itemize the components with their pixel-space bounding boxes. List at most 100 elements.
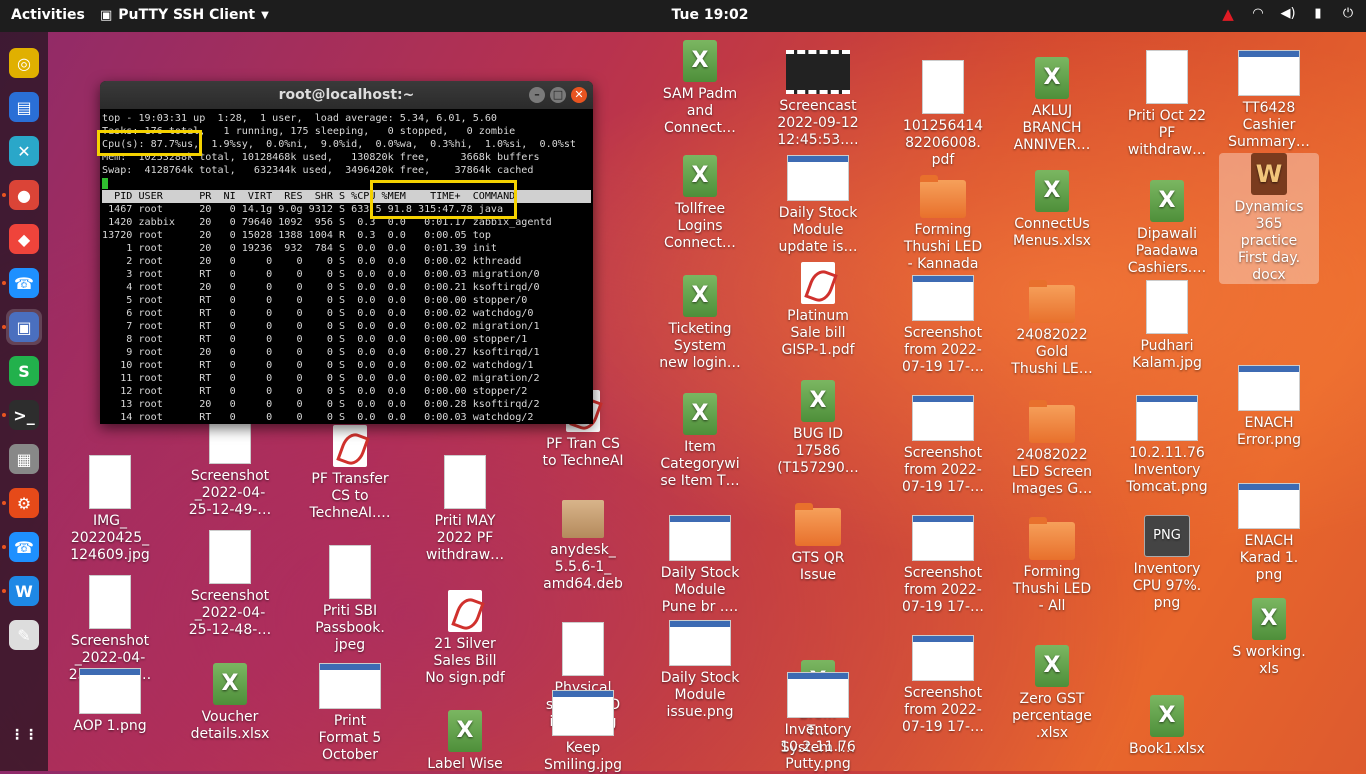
maximize-button[interactable]: □ bbox=[550, 87, 566, 103]
desktop-file-icon[interactable]: PF Transfer CS to TechneAI.… bbox=[300, 425, 400, 522]
desktop-file-icon[interactable]: 24082022 LED Screen Images G… bbox=[1002, 400, 1102, 498]
desktop-file-icon[interactable]: Pudhari Kalam.jpg bbox=[1117, 280, 1217, 372]
desktop-file-label: Dynamics 365 practice First day. docx bbox=[1234, 199, 1304, 283]
desktop-file-icon[interactable]: 101256414 82206008. pdf bbox=[893, 60, 993, 169]
desktop-file-icon[interactable]: 10.2.11.76 Inventory Tomcat.png bbox=[1117, 395, 1217, 496]
warning-icon[interactable]: ▲ bbox=[1220, 6, 1236, 22]
desktop-file-icon[interactable]: 21 Silver Sales Bill No sign.pdf bbox=[415, 590, 515, 687]
desktop-file-label: IMG_ 20220425_ 124609.jpg bbox=[70, 513, 150, 563]
desktop-file-icon[interactable]: Inventory 10.2.11.76 Putty.png bbox=[768, 672, 868, 773]
process-row: 4 root 20 0 0 0 0 S 0.0 0.0 0:00.21 ksof… bbox=[102, 282, 540, 293]
dock-putty[interactable]: ▣ bbox=[6, 309, 42, 345]
dock-calculator[interactable]: ▦ bbox=[6, 441, 42, 477]
desktop-file-icon[interactable]: X BUG ID 17586 (T157290… bbox=[768, 380, 868, 477]
desktop-file-icon[interactable]: Screenshot from 2022- 07-19 17-… bbox=[893, 635, 993, 736]
dock-w-app[interactable]: W bbox=[6, 573, 42, 609]
clock[interactable]: Tue 19:02 bbox=[660, 7, 760, 23]
desktop-file-icon[interactable]: PNG Inventory CPU 97%. png bbox=[1117, 515, 1217, 612]
dock-settings[interactable]: ⚙ bbox=[6, 485, 42, 521]
desktop-file-icon[interactable]: Screencast 2022-09-12 12:45:53.… bbox=[768, 50, 868, 149]
dock-pen-tool[interactable]: ✎ bbox=[6, 617, 42, 653]
desktop-file-label: AOP 1.png bbox=[73, 718, 147, 734]
app-menu[interactable]: ▣ PuTTY SSH Client ▼ bbox=[100, 7, 269, 23]
desktop-file-icon[interactable]: Priti SBI Passbook. jpeg bbox=[300, 545, 400, 654]
network-icon[interactable]: ◠ bbox=[1250, 6, 1266, 22]
desktop-file-icon[interactable]: Daily Stock Module update is… bbox=[768, 155, 868, 256]
system-tray[interactable]: ▲ ◠ ◀) ▮ ⏻ bbox=[1220, 6, 1356, 22]
desktop-file-icon[interactable]: Daily Stock Module issue.png bbox=[650, 620, 750, 721]
dock-crossover[interactable]: ✕ bbox=[6, 133, 42, 169]
desktop-file-label: Daily Stock Module update is… bbox=[778, 205, 858, 255]
desktop-file-label: anydesk_ 5.5.6-1_ amd64.deb bbox=[543, 542, 623, 592]
desktop-file-label: PF Transfer CS to TechneAI.… bbox=[309, 471, 391, 521]
desktop-file-label: ENACH Error.png bbox=[1237, 415, 1301, 448]
desktop-file-icon[interactable]: Print Format 5 October bbox=[300, 663, 400, 764]
desktop-file-label: Screenshot _2022-04- 25-12-48-… bbox=[188, 588, 272, 638]
dock-chrome[interactable]: ● bbox=[6, 177, 42, 213]
dock-show-apps[interactable]: ⋮⋮ bbox=[6, 717, 42, 753]
desktop-file-icon[interactable]: TT6428 Cashier Summary… bbox=[1219, 50, 1319, 151]
close-button[interactable]: ✕ bbox=[571, 87, 587, 103]
desktop-file-icon[interactable]: X SAM Padm and Connect… bbox=[650, 40, 750, 137]
chevron-down-icon: ▼ bbox=[261, 9, 269, 21]
rhythmbox-icon: ◎ bbox=[9, 48, 39, 78]
desktop-file-icon[interactable]: X S working. xls bbox=[1219, 598, 1319, 678]
desktop-file-icon[interactable]: X Voucher details.xlsx bbox=[180, 663, 280, 743]
desktop-file-icon[interactable]: X Item Categorywi se Item T… bbox=[650, 393, 750, 490]
terminal-output[interactable]: top - 19:03:31 up 1:28, 1 user, load ave… bbox=[100, 109, 593, 424]
dock-libreoffice-writer[interactable]: ▤ bbox=[6, 89, 42, 125]
terminal-titlebar[interactable]: root@localhost:~ – □ ✕ bbox=[100, 81, 593, 109]
xls-file-icon: X bbox=[683, 275, 717, 317]
desktop-file-icon[interactable]: Priti Oct 22 PF withdraw… bbox=[1117, 50, 1217, 159]
desktop-file-icon[interactable]: Daily Stock Module Pune br .… bbox=[650, 515, 750, 616]
volume-icon[interactable]: ◀) bbox=[1280, 6, 1296, 22]
desktop-file-icon[interactable]: Forming Thushi LED - Kannada bbox=[893, 175, 993, 273]
desktop-file-icon[interactable]: Screenshot from 2022- 07-19 17-… bbox=[893, 395, 993, 496]
folder-file-icon bbox=[1029, 517, 1075, 560]
desktop-file-icon[interactable]: Screenshot _2022-04- 25-12-48-… bbox=[180, 530, 280, 639]
desktop-file-icon[interactable]: ENACH Karad 1. png bbox=[1219, 483, 1319, 584]
dock-anydesk[interactable]: ◆ bbox=[6, 221, 42, 257]
desktop-file-icon[interactable]: Priti MAY 2022 PF withdraw… bbox=[415, 455, 515, 564]
desktop-file-icon[interactable]: ENACH Error.png bbox=[1219, 365, 1319, 449]
png-file-icon bbox=[912, 515, 974, 561]
desktop-file-icon[interactable]: X Book1.xlsx bbox=[1117, 695, 1217, 758]
power-icon[interactable]: ⏻ bbox=[1340, 6, 1356, 22]
desktop-file-icon[interactable]: X Label Wise bbox=[415, 710, 515, 773]
desktop-file-icon[interactable]: GTS QR Issue bbox=[768, 503, 868, 584]
desktop-file-icon[interactable]: Screenshot from 2022- 07-19 17-… bbox=[893, 515, 993, 616]
desktop-file-icon[interactable]: X Zero GST percentage .xlsx bbox=[1002, 645, 1102, 742]
desktop-file-icon[interactable]: AOP 1.png bbox=[60, 668, 160, 735]
minimize-button[interactable]: – bbox=[529, 87, 545, 103]
dock-phone-2[interactable]: ☎ bbox=[6, 529, 42, 565]
top-bar: Activities ▣ PuTTY SSH Client ▼ Tue 19:0… bbox=[0, 0, 1366, 32]
desktop-file-icon[interactable]: Forming Thushi LED - All bbox=[1002, 517, 1102, 615]
process-row: 3 root RT 0 0 0 0 S 0.0 0.0 0:00.03 migr… bbox=[102, 269, 540, 280]
desktop-file-icon[interactable]: Keep Smiling.jpg bbox=[533, 690, 633, 774]
desktop-file-icon[interactable]: anydesk_ 5.5.6-1_ amd64.deb bbox=[533, 500, 633, 593]
desktop-file-icon[interactable]: Screenshot _2022-04- 25-12-49-… bbox=[180, 410, 280, 519]
desktop-file-icon[interactable]: X Tollfree Logins Connect… bbox=[650, 155, 750, 252]
dock-terminal[interactable]: >_ bbox=[6, 397, 42, 433]
desktop-file-icon[interactable]: 24082022 Gold Thushi LE… bbox=[1002, 280, 1102, 378]
battery-icon[interactable]: ▮ bbox=[1310, 6, 1326, 22]
dock-phone[interactable]: ☎ bbox=[6, 265, 42, 301]
desktop-file-icon[interactable]: X AKLUJ BRANCH ANNIVER… bbox=[1002, 57, 1102, 154]
libreoffice-writer-icon: ▤ bbox=[9, 92, 39, 122]
desktop-file-icon[interactable]: Screenshot from 2022- 07-19 17-… bbox=[893, 275, 993, 376]
desktop-file-label: Forming Thushi LED - Kannada bbox=[903, 222, 983, 272]
folder-file-icon bbox=[1029, 400, 1075, 443]
running-indicator bbox=[2, 193, 6, 197]
desktop-file-icon[interactable]: X ConnectUs Menus.xlsx bbox=[1002, 170, 1102, 250]
desktop-file-label: BUG ID 17586 (T157290… bbox=[777, 426, 859, 476]
activities-button[interactable]: Activities bbox=[11, 7, 85, 23]
desktop-file-icon[interactable]: W Dynamics 365 practice First day. docx bbox=[1219, 153, 1319, 284]
desktop-file-icon[interactable]: IMG_ 20220425_ 124609.jpg bbox=[60, 455, 160, 564]
desktop-file-icon[interactable]: X Dipawali Paadawa Cashiers.… bbox=[1117, 180, 1217, 277]
desktop-file-icon[interactable]: Platinum Sale bill GISP-1.pdf bbox=[768, 262, 868, 359]
settings-icon: ⚙ bbox=[9, 488, 39, 518]
desktop-file-label: Screencast 2022-09-12 12:45:53.… bbox=[777, 98, 859, 148]
dock-rhythmbox[interactable]: ◎ bbox=[6, 45, 42, 81]
dock-s-app[interactable]: S bbox=[6, 353, 42, 389]
desktop-file-icon[interactable]: X Ticketing System new login… bbox=[650, 275, 750, 372]
